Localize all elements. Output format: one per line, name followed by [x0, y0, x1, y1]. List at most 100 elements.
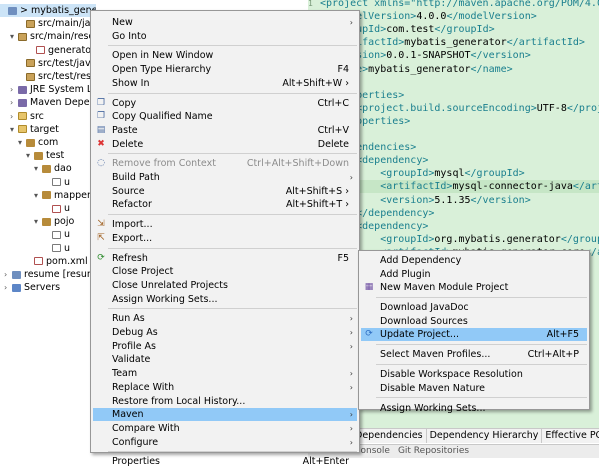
tree-item[interactable]: ▾ mapper — [34, 189, 91, 202]
menu-item-assign-working-sets[interactable]: Assign Working Sets... — [93, 293, 357, 306]
menu-item-shortcut: Ctrl+V — [317, 124, 349, 136]
menu-item-copy[interactable]: ❐ Copy Ctrl+C — [93, 97, 357, 110]
menu-item-team[interactable]: Team › — [93, 367, 357, 380]
editor-tab[interactable]: Dependencies — [352, 429, 427, 443]
menu-item-refresh[interactable]: ⟳ Refresh F5 — [93, 252, 357, 265]
tree-item[interactable]: u — [44, 228, 70, 241]
tree-item[interactable]: › src — [10, 110, 44, 123]
menu-item-label: Download JavaDoc — [380, 302, 469, 313]
menu-item-shortcut: Ctrl+Alt+Shift+Down — [246, 158, 349, 170]
tree-item[interactable]: ▾ pojo — [34, 215, 74, 228]
menu-item-close-unrelated-projects[interactable]: Close Unrelated Projects — [93, 279, 357, 292]
menu-item-label: Assign Working Sets... — [112, 293, 218, 305]
tree-toggle-icon[interactable]: › — [4, 268, 12, 281]
menu-item-source[interactable]: Source Alt+Shift+S › — [93, 185, 357, 198]
menu-item-replace-with[interactable]: Replace With › — [93, 381, 357, 394]
tree-toggle-icon[interactable]: › — [10, 83, 18, 96]
menu-separator — [108, 247, 357, 249]
tree-toggle-icon[interactable]: › — [10, 96, 18, 109]
menu-item-show-in[interactable]: Show In Alt+Shift+W › — [93, 77, 357, 90]
tree-toggle-icon[interactable]: ▾ — [34, 189, 42, 202]
source-folder-icon — [26, 72, 35, 81]
menu-item-add-dependency[interactable]: Add Dependency — [361, 254, 587, 267]
tree-item[interactable]: › resume [resume] — [4, 268, 96, 281]
update-project-icon: ⟳ — [365, 329, 373, 339]
tree-item[interactable]: src/test/resources — [18, 70, 96, 83]
menu-item-run-as[interactable]: Run As › — [93, 312, 357, 325]
xml-text: 5.1.35 — [434, 194, 471, 206]
menu-item-delete[interactable]: ✖ Delete Delete — [93, 138, 357, 151]
view-tab[interactable]: Git Repositories — [394, 445, 473, 458]
menu-item-go-into[interactable]: Go Into — [93, 30, 357, 43]
tree-item[interactable]: > mybatis_generator [mybatis_generator m… — [0, 4, 96, 17]
menu-item-new-maven-module-project[interactable]: ▦ New Maven Module Project — [361, 281, 587, 294]
tree-item[interactable]: u — [44, 202, 70, 215]
menu-item-debug-as[interactable]: Debug As › — [93, 326, 357, 339]
tree-item[interactable]: src/test/java — [18, 57, 96, 70]
menu-item-disable-workspace-resolution[interactable]: Disable Workspace Resolution — [361, 368, 587, 381]
menu-item-refactor[interactable]: Refactor Alt+Shift+T › — [93, 198, 357, 211]
menu-item-label: Add Plugin — [380, 268, 431, 280]
tree-toggle-icon[interactable]: ▾ — [18, 136, 26, 149]
tree-toggle-icon[interactable]: ▾ — [10, 30, 18, 43]
tree-toggle-icon[interactable]: ▾ — [34, 215, 42, 228]
tree-item[interactable]: src/main/java — [18, 17, 96, 30]
source-folder-icon — [26, 59, 35, 68]
tree-item[interactable]: › JRE System Library — [10, 83, 96, 96]
tree-toggle-icon[interactable]: ▾ — [26, 149, 34, 162]
menu-item-download-sources[interactable]: Download Sources — [361, 315, 587, 328]
menu-item-close-project[interactable]: Close Project — [93, 265, 357, 278]
menu-item-label: Delete — [112, 138, 144, 150]
menu-item-update-project[interactable]: ⟳ Update Project... Alt+F5 — [361, 328, 587, 341]
menu-item-new[interactable]: New › — [93, 16, 357, 29]
tree-item-label: u — [64, 203, 71, 214]
tree-item[interactable]: ▾ com — [18, 136, 58, 149]
editor-tab[interactable]: Dependency Hierarchy — [427, 429, 543, 443]
tree-toggle-icon[interactable]: › — [10, 110, 18, 123]
menu-item-profile-as[interactable]: Profile As › — [93, 340, 357, 353]
tree-item[interactable]: › Servers — [4, 281, 60, 294]
tree-item[interactable]: pom.xml — [26, 255, 88, 268]
menu-item-disable-maven-nature[interactable]: Disable Maven Nature — [361, 382, 587, 395]
menu-item-import[interactable]: ⇲ Import... — [93, 218, 357, 231]
menu-item-build-path[interactable]: Build Path › — [93, 171, 357, 184]
tree-item[interactable]: u — [44, 176, 70, 189]
menu-item-assign-working-sets[interactable]: Assign Working Sets... — [361, 402, 587, 415]
menu-item-paste[interactable]: ▤ Paste Ctrl+V — [93, 124, 357, 137]
tree-item[interactable]: u — [44, 242, 70, 255]
tree-item[interactable]: › Maven Dependencies — [10, 96, 96, 109]
tree-toggle-icon[interactable]: ▾ — [10, 123, 18, 136]
menu-item-open-in-new-window[interactable]: Open in New Window — [93, 49, 357, 62]
menu-item-validate[interactable]: Validate — [93, 353, 357, 366]
tree-item[interactable]: ▾ dao — [34, 162, 72, 175]
menu-item-properties[interactable]: Properties Alt+Enter — [93, 455, 357, 468]
menu-item-configure[interactable]: Configure › — [93, 436, 357, 449]
menu-item-maven[interactable]: Maven › — [93, 408, 357, 422]
menu-item-restore-from-local-history[interactable]: Restore from Local History... — [93, 395, 357, 408]
menu-item-export[interactable]: ⇱ Export... — [93, 232, 357, 245]
menu-item-copy-qualified-name[interactable]: ❐ Copy Qualified Name — [93, 110, 357, 123]
library-icon — [18, 85, 27, 94]
xml-close-tag: </modelVersion> — [446, 11, 537, 23]
menu-item-download-javadoc[interactable]: Download JavaDoc — [361, 301, 587, 314]
editor-tab[interactable]: Effective POM — [542, 429, 599, 443]
tree-item-label: src — [30, 110, 44, 122]
code-line[interactable]: 1 <project xmlns="http://maven.apache.org… — [308, 0, 599, 10]
menu-item-label: Copy Qualified Name — [112, 111, 213, 123]
xml-open-tag: <project xmlns="http://maven.apache.org/… — [320, 0, 599, 9]
package-icon — [42, 217, 51, 226]
menu-item-label: Import... — [112, 219, 153, 231]
menu-item-label: Copy — [112, 97, 137, 109]
menu-item-select-maven-profiles[interactable]: Select Maven Profiles... Ctrl+Alt+P — [361, 348, 587, 361]
menu-item-label: Assign Working Sets... — [380, 402, 486, 414]
tree-toggle-icon[interactable]: ▾ — [34, 162, 42, 175]
tree-toggle-icon[interactable]: › — [4, 281, 12, 294]
tree-item[interactable]: ▾ target — [10, 123, 59, 136]
tree-item[interactable]: generatorConfig.xml — [28, 44, 96, 57]
tree-item-label: > mybatis_generator [mybatis_generator m… — [20, 5, 96, 16]
menu-item-open-type-hierarchy[interactable]: Open Type Hierarchy F4 — [93, 63, 357, 76]
tree-item[interactable]: ▾ src/main/resources — [10, 30, 96, 43]
menu-item-compare-with[interactable]: Compare With › — [93, 422, 357, 435]
menu-item-add-plugin[interactable]: Add Plugin — [361, 268, 587, 281]
tree-item[interactable]: ▾ test — [26, 149, 64, 162]
